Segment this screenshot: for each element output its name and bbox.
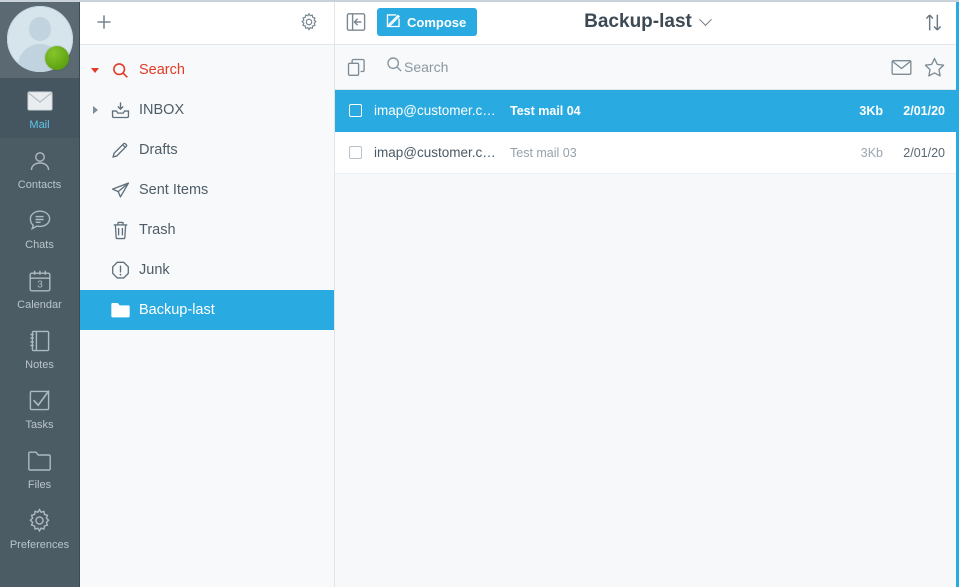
message-date: 2/01/20 <box>903 145 945 160</box>
message-size: 3Kb <box>860 145 883 160</box>
mail-search-actions <box>891 57 945 78</box>
rail-item-label: Notes <box>25 358 54 371</box>
trash-icon <box>104 221 136 240</box>
warning-octagon-icon <box>104 261 136 280</box>
compose-label: Compose <box>407 14 467 30</box>
tasks-icon <box>25 386 55 416</box>
rail-item-label: Preferences <box>9 538 70 551</box>
svg-text:3: 3 <box>37 279 43 290</box>
folder-item-label: Drafts <box>139 142 178 158</box>
rail-item-notes[interactable]: Notes <box>0 318 79 378</box>
message-subject: Test mail 04 <box>510 103 581 118</box>
contacts-icon <box>25 146 55 176</box>
folder-item-label: Trash <box>139 222 176 238</box>
message-size: 3Kb <box>859 103 883 118</box>
mail-search-bar: Search <box>335 45 959 90</box>
rail-item-label: Mail <box>29 118 50 131</box>
inbox-icon <box>104 101 136 119</box>
rail-item-label: Files <box>27 478 52 491</box>
folder-item-label: Backup-last <box>139 302 215 318</box>
select-all-icon[interactable] <box>347 58 366 77</box>
mail-toolbar: Compose Backup-last <box>335 0 959 45</box>
chats-icon <box>25 206 55 236</box>
page-title: Backup-last <box>584 11 692 32</box>
folder-item-backup-last[interactable]: Backup-last <box>80 290 334 330</box>
message-checkbox[interactable] <box>349 104 362 117</box>
add-folder-button[interactable] <box>94 12 114 32</box>
message-list: imap@customer.c… Test mail 04 3Kb 2/01/2… <box>335 90 959 587</box>
notes-icon <box>25 326 55 356</box>
search-icon <box>386 56 403 78</box>
rail-item-label: Calendar <box>17 298 62 311</box>
twisty-down-icon[interactable] <box>86 67 104 73</box>
search-placeholder: Search <box>404 59 449 75</box>
folder-panel: Search INBOX Drafts Sent Items Trash Jun… <box>80 0 335 587</box>
rail-item-chats[interactable]: Chats <box>0 198 79 258</box>
message-subject: Test mail 03 <box>510 145 577 160</box>
twisty-right-icon[interactable] <box>86 106 104 114</box>
folder-settings-gear-icon[interactable] <box>299 12 319 32</box>
avatar-head <box>28 17 51 41</box>
search-input[interactable]: Search <box>386 56 879 78</box>
rail-item-preferences[interactable]: Preferences <box>0 498 79 558</box>
message-row-2[interactable]: imap@customer.c… Test mail 03 3Kb 2/01/2… <box>335 132 959 174</box>
rail-item-tasks[interactable]: Tasks <box>0 378 79 438</box>
status-online-indicator <box>45 46 69 70</box>
rail-item-label: Chats <box>25 238 54 251</box>
folder-item-search[interactable]: Search <box>80 50 334 90</box>
folder-item-label: Junk <box>139 262 170 278</box>
rail-item-label: Contacts <box>17 178 62 191</box>
files-icon <box>25 446 55 476</box>
message-checkbox[interactable] <box>349 146 362 159</box>
avatar-container[interactable] <box>0 0 79 78</box>
collapse-panel-icon[interactable] <box>345 11 367 33</box>
folder-icon <box>104 301 136 319</box>
folder-item-label: Sent Items <box>139 182 209 198</box>
rail-item-label: Tasks <box>25 418 54 431</box>
search-icon <box>104 62 136 79</box>
rail-item-calendar[interactable]: 3 Calendar <box>0 258 79 318</box>
chevron-down-icon[interactable] <box>698 12 712 26</box>
message-sender: imap@customer.c… <box>374 145 496 160</box>
folder-item-trash[interactable]: Trash <box>80 210 334 250</box>
rail-item-mail[interactable]: Mail <box>0 78 79 138</box>
paper-plane-icon <box>104 181 136 199</box>
message-date: 2/01/20 <box>903 103 945 118</box>
mail-panel: Compose Backup-last Search imap@customer… <box>335 0 959 587</box>
rail-item-files[interactable]: Files <box>0 438 79 498</box>
envelope-icon[interactable] <box>891 59 912 76</box>
mail-icon <box>25 86 55 116</box>
compose-icon <box>385 13 401 32</box>
message-row-1[interactable]: imap@customer.c… Test mail 04 3Kb 2/01/2… <box>335 90 959 132</box>
rail-item-contacts[interactable]: Contacts <box>0 138 79 198</box>
folder-item-label: Search <box>139 62 185 78</box>
gear-icon <box>25 506 55 536</box>
folder-list: Search INBOX Drafts Sent Items Trash Jun… <box>80 45 334 587</box>
folder-item-sent-items[interactable]: Sent Items <box>80 170 334 210</box>
pencil-icon <box>104 141 136 159</box>
folder-item-inbox[interactable]: INBOX <box>80 90 334 130</box>
star-icon[interactable] <box>924 57 945 78</box>
app-rail: Mail Contacts Chats 3 Calendar Notes Tas… <box>0 0 80 587</box>
folder-item-label: INBOX <box>139 102 185 118</box>
folder-item-junk[interactable]: Junk <box>80 250 334 290</box>
app-window: Mail Contacts Chats 3 Calendar Notes Tas… <box>0 0 959 587</box>
calendar-icon: 3 <box>25 266 55 296</box>
message-sender: imap@customer.c… <box>374 103 496 118</box>
compose-button[interactable]: Compose <box>377 8 478 36</box>
folder-item-drafts[interactable]: Drafts <box>80 130 334 170</box>
sort-icon[interactable] <box>922 11 945 34</box>
folder-panel-toolbar <box>80 0 334 45</box>
